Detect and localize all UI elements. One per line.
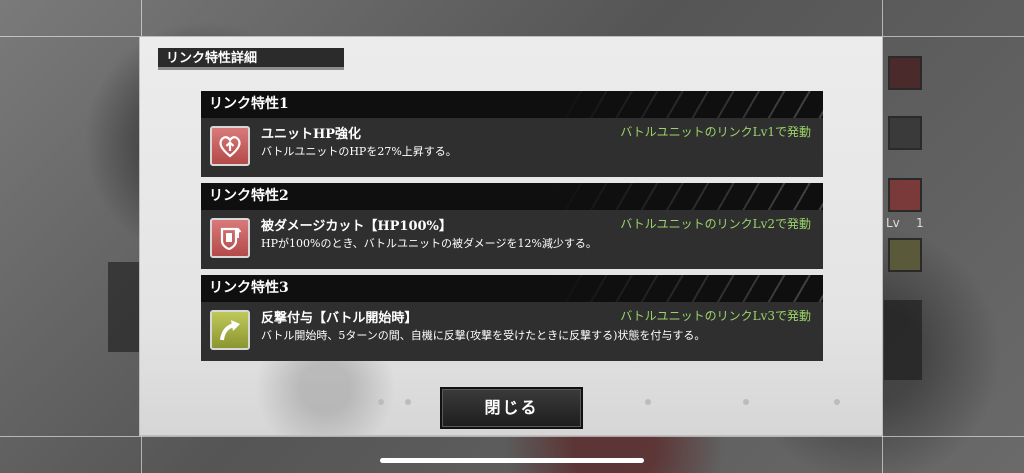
decor-dot [378,399,384,405]
trait-name: 反撃付与【バトル開始時】 [261,311,418,326]
trait-condition: バトルユニットのリンクLv2で発動 [620,217,811,231]
trait-header: リンク特性3 [201,275,823,302]
heart-up-icon [210,126,250,166]
bg-panel [884,300,922,380]
trait-description: バトルユニットのHPを27%上昇する。 [261,145,457,158]
decor-dot [834,399,840,405]
link-trait-card-2: リンク特性2 被ダメージカット【HP100%】 バトルユニットのリンクLv2で発… [201,183,823,269]
bg-side-icon [888,238,922,272]
link-trait-detail-dialog: リンク特性詳細 リンク特性1 ユニットHP強化 バトルユニットのリンクLv1で発… [140,37,882,435]
bg-side-icon [888,178,922,212]
home-indicator[interactable] [380,458,644,463]
link-trait-card-1: リンク特性1 ユニットHP強化 バトルユニットのリンクLv1で発動 バトルユニッ… [201,91,823,177]
bg-frame-line [882,0,883,473]
decor-dot [645,399,651,405]
trait-condition: バトルユニットのリンクLv1で発動 [620,125,811,139]
bg-side-icon [888,116,922,150]
dialog-title: リンク特性詳細 [158,48,344,70]
bg-panel [108,262,140,352]
bg-side-icon [888,56,922,90]
trait-name: 被ダメージカット【HP100%】 [261,219,452,234]
trait-description: HPが100%のとき、バトルユニットの被ダメージを12%減少する。 [261,237,597,250]
close-button[interactable]: 閉じる [442,389,581,427]
bg-frame-line [0,436,1024,437]
trait-header: リンク特性1 [201,91,823,118]
bg-lv-label: Lv [886,216,900,230]
trait-condition: バトルユニットのリンクLv3で発動 [620,309,811,323]
decor-dot [405,399,411,405]
counter-arrow-icon [210,310,250,350]
trait-header: リンク特性2 [201,183,823,210]
decor-dot [743,399,749,405]
trait-description: バトル開始時、5ターンの間、自機に反撃(攻撃を受けたときに反撃する)状態を付与す… [261,329,706,342]
trait-name: ユニットHP強化 [261,127,362,142]
shield-up-icon [210,218,250,258]
link-trait-card-3: リンク特性3 反撃付与【バトル開始時】 バトルユニットのリンクLv3で発動 バト… [201,275,823,361]
bg-lv-value: 1 [916,216,924,230]
